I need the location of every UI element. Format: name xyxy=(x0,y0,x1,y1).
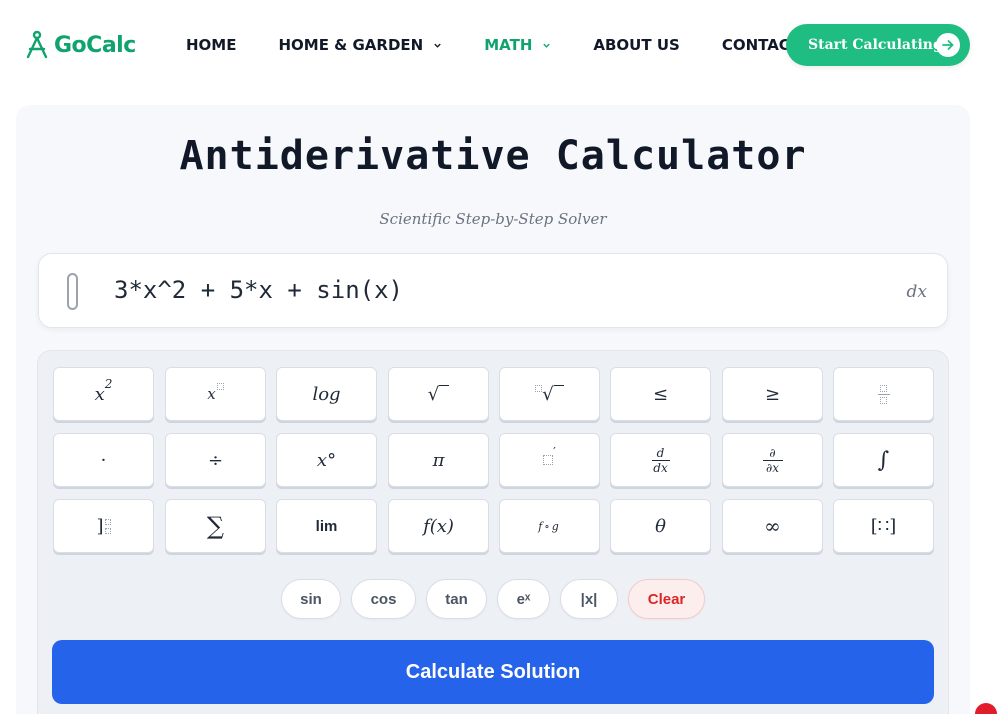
key-d-den: dx xyxy=(653,460,668,475)
key-less-equal[interactable]: ≤ xyxy=(610,367,711,421)
nav-math-label: MATH xyxy=(484,36,533,54)
key-div-label: ÷ xyxy=(207,449,224,471)
clear-button[interactable]: Clear xyxy=(628,579,705,619)
key-multiply-dot[interactable]: · xyxy=(53,433,154,487)
expression-input[interactable]: 3*x^2 + 5*x + sin(x) dx xyxy=(38,253,948,328)
key-deg-label: x° xyxy=(316,449,337,471)
key-pi[interactable]: π xyxy=(388,433,489,487)
key-ge-label: ≥ xyxy=(764,383,781,405)
key-sqrt-label: √ xyxy=(427,383,440,405)
notification-badge-icon[interactable] xyxy=(975,703,997,714)
calculate-label: Calculate Solution xyxy=(405,660,581,683)
clear-label: Clear xyxy=(647,590,686,608)
placeholder-icon xyxy=(535,384,543,392)
abs-label: |x| xyxy=(580,590,598,608)
key-limit[interactable]: lim xyxy=(276,499,377,553)
calculate-solution-button[interactable]: Calculate Solution xyxy=(52,640,934,704)
nav-home-label: HOME xyxy=(186,36,237,54)
sin-label: sin xyxy=(300,590,322,608)
logo[interactable]: GoCalc xyxy=(24,30,136,60)
cta-label: Start Calculating xyxy=(808,37,943,53)
placeholder-icon xyxy=(216,382,224,390)
key-infinity[interactable]: ∞ xyxy=(722,499,823,553)
key-fraction[interactable] xyxy=(833,367,934,421)
key-square-base: x xyxy=(94,383,105,405)
tan-label: tan xyxy=(445,590,468,608)
brand-name: GoCalc xyxy=(54,32,136,58)
key-integral[interactable]: ∫ xyxy=(833,433,934,487)
key-square-exp: 2 xyxy=(104,377,113,391)
key-matrix[interactable]: [∷] xyxy=(833,499,934,553)
main-nav: HOME HOME & GARDEN MATH ABOUT US CONTACT… xyxy=(186,36,828,54)
key-function[interactable]: f(x) xyxy=(388,499,489,553)
key-nthroot[interactable]: √ xyxy=(499,367,600,421)
key-compose-label: f∘g xyxy=(538,519,561,533)
key-nthroot-label: √ xyxy=(542,383,554,405)
key-divide[interactable]: ÷ xyxy=(165,433,266,487)
exp-button[interactable]: eˣ xyxy=(497,579,550,619)
key-log[interactable]: log xyxy=(276,367,377,421)
key-evaluate-bounds[interactable]: ] xyxy=(53,499,154,553)
key-compose[interactable]: f∘g xyxy=(499,499,600,553)
key-partial-derivative[interactable]: ∂ ∂x xyxy=(722,433,823,487)
nav-home-garden[interactable]: HOME & GARDEN xyxy=(278,36,442,54)
key-square[interactable]: x2 xyxy=(53,367,154,421)
sqrt-bar-icon xyxy=(553,385,564,399)
key-p-den: ∂x xyxy=(766,460,779,475)
key-matrix-label: [∷] xyxy=(870,515,897,537)
key-pi-label: π xyxy=(432,449,445,471)
chevron-down-icon xyxy=(434,43,441,48)
key-theta[interactable]: θ xyxy=(610,499,711,553)
partial-derivative-icon: ∂ ∂x xyxy=(762,445,783,475)
key-theta-label: θ xyxy=(655,515,666,537)
chevron-down-icon xyxy=(543,43,551,48)
nav-home[interactable]: HOME xyxy=(186,36,236,54)
tan-button[interactable]: tan xyxy=(426,579,487,619)
key-dot-label: · xyxy=(100,449,107,471)
key-d-num: d xyxy=(656,445,665,460)
cursor-handle[interactable] xyxy=(67,273,78,310)
cos-label: cos xyxy=(370,590,397,608)
key-greater-equal[interactable]: ≥ xyxy=(722,367,823,421)
key-infinity-label: ∞ xyxy=(764,514,781,538)
key-fx-label: f(x) xyxy=(423,515,454,537)
page-title: Antiderivative Calculator xyxy=(179,133,807,179)
bounds-placeholders-icon xyxy=(104,518,111,534)
key-sum[interactable]: ∑ xyxy=(165,499,266,553)
compass-logo-icon xyxy=(26,30,48,59)
sin-button[interactable]: sin xyxy=(281,579,341,619)
nav-home-garden-label: HOME & GARDEN xyxy=(278,36,424,54)
key-p-num: ∂ xyxy=(769,445,776,460)
key-log-label: log xyxy=(312,383,341,405)
key-power[interactable]: x xyxy=(165,367,266,421)
bracket-icon: ] xyxy=(96,515,104,537)
placeholder-icon xyxy=(543,455,554,465)
nav-about-us[interactable]: ABOUT US xyxy=(593,36,679,54)
abs-button[interactable]: |x| xyxy=(560,579,618,619)
key-prime-label: ′ xyxy=(553,445,556,459)
key-prime[interactable]: ′ xyxy=(499,433,600,487)
key-sqrt[interactable]: √ xyxy=(388,367,489,421)
site-header: GoCalc HOME HOME & GARDEN MATH ABOUT US … xyxy=(0,0,1003,92)
key-lim-label: lim xyxy=(315,517,338,535)
nav-math[interactable]: MATH xyxy=(484,36,551,54)
exp-label: eˣ xyxy=(516,590,531,608)
start-calculating-button[interactable]: Start Calculating xyxy=(786,24,970,66)
key-sum-label: ∑ xyxy=(206,512,225,540)
page-subtitle: Scientific Step-by-Step Solver xyxy=(379,210,607,228)
arrow-right-icon xyxy=(936,33,960,57)
nav-about-label: ABOUT US xyxy=(593,36,680,54)
sqrt-bar-icon xyxy=(439,385,450,399)
cos-button[interactable]: cos xyxy=(351,579,416,619)
key-integral-label: ∫ xyxy=(877,447,890,473)
derivative-icon: d dx xyxy=(651,445,670,475)
fraction-icon xyxy=(877,384,890,404)
key-degree[interactable]: x° xyxy=(276,433,377,487)
dx-suffix: dx xyxy=(906,282,927,302)
expression-text[interactable]: 3*x^2 + 5*x + sin(x) xyxy=(114,276,403,304)
key-le-label: ≤ xyxy=(652,383,669,405)
key-derivative[interactable]: d dx xyxy=(610,433,711,487)
key-power-base: x xyxy=(207,385,216,403)
